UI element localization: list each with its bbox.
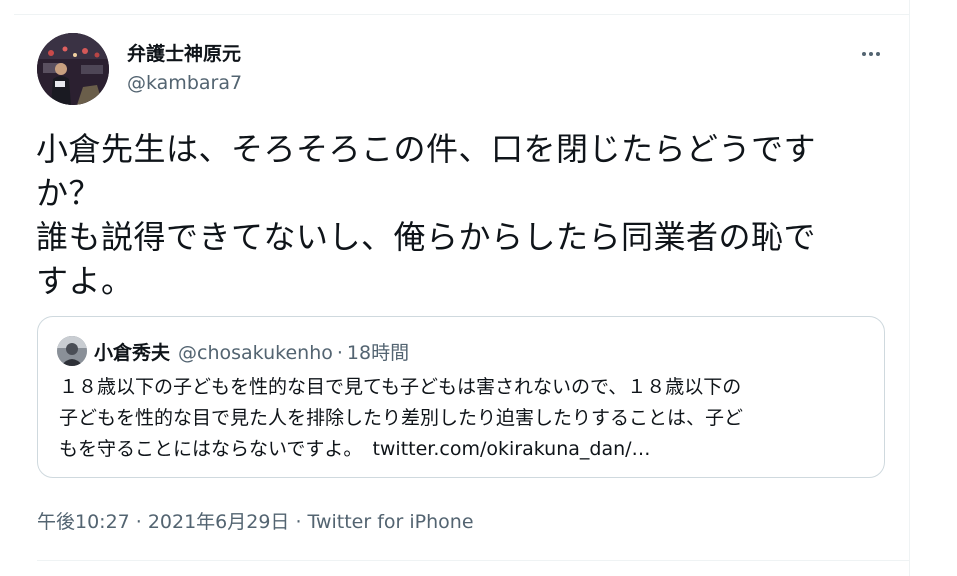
- more-horizontal-icon: [862, 52, 880, 56]
- quoted-author-name: 小倉秀夫: [94, 342, 171, 364]
- quoted-text-line-with-link: もを守ることにはならないですよ。 twitter.com/okirakuna_da…: [59, 434, 879, 465]
- tweet-text-line: 誰も説得できてないし、俺らからしたら同業者の恥で: [36, 218, 817, 256]
- tweet-detail: 弁護士神原元 @kambara7 小倉先生は、そろそろこの件、口を閉じたらどうで…: [14, 15, 909, 576]
- tweet-page: 弁護士神原元 @kambara7 小倉先生は、そろそろこの件、口を閉じたらどうで…: [0, 0, 957, 576]
- tweet-metadata: 午後10:27 · 2021年6月29日 · Twitter for iPhone: [37, 507, 474, 534]
- quoted-avatar-photo: [57, 336, 87, 366]
- quoted-author-avatar: [57, 336, 87, 366]
- more-options-button[interactable]: [854, 37, 888, 71]
- author-handle[interactable]: @kambara7: [127, 72, 242, 94]
- author-display-name[interactable]: 弁護士神原元: [127, 39, 241, 66]
- quoted-author-handle: @chosakukenho: [178, 342, 333, 364]
- tweet-text-line: か？: [36, 174, 102, 212]
- quoted-text-line: 子どもを性的な目で見た人を排除したり差別したり迫害したりすることは、子ど: [59, 407, 744, 429]
- quoted-timestamp: 18時間: [346, 342, 410, 364]
- tweet-date[interactable]: 2021年6月29日: [148, 511, 290, 533]
- quoted-link[interactable]: twitter.com/okirakuna_dan/…: [372, 438, 650, 460]
- quoted-tweet-text: １８歳以下の子どもを性的な目で見ても子どもは害されないので、１８歳以下の 子ども…: [59, 372, 879, 465]
- tweet-source-link[interactable]: Twitter for iPhone: [307, 511, 473, 533]
- tweet-time[interactable]: 午後10:27: [37, 511, 130, 533]
- right-gutter: [910, 0, 957, 576]
- left-gutter: [0, 0, 14, 576]
- bottom-divider: [37, 560, 909, 561]
- quoted-text-line: １８歳以下の子どもを性的な目で見ても子どもは害されないので、１８歳以下の: [59, 376, 742, 398]
- tweet-text: 小倉先生は、そろそろこの件、口を閉じたらどうです か？ 誰も説得できてないし、俺…: [36, 127, 876, 303]
- quoted-separator: ·: [336, 342, 343, 364]
- quoted-tweet-header: 小倉秀夫 @chosakukenho · 18時間: [94, 338, 409, 365]
- quoted-text-line: もを守ることにはならないですよ。: [59, 438, 363, 460]
- quoted-tweet-card[interactable]: 小倉秀夫 @chosakukenho · 18時間 １８歳以下の子どもを性的な目で見て…: [37, 316, 885, 478]
- meta-separator: ·: [295, 511, 302, 533]
- author-avatar[interactable]: [37, 33, 109, 105]
- meta-separator: ·: [135, 511, 142, 533]
- tweet-text-line: 小倉先生は、そろそろこの件、口を閉じたらどうです: [36, 130, 817, 168]
- avatar-photo: [37, 33, 109, 105]
- tweet-text-line: すよ。: [36, 262, 134, 300]
